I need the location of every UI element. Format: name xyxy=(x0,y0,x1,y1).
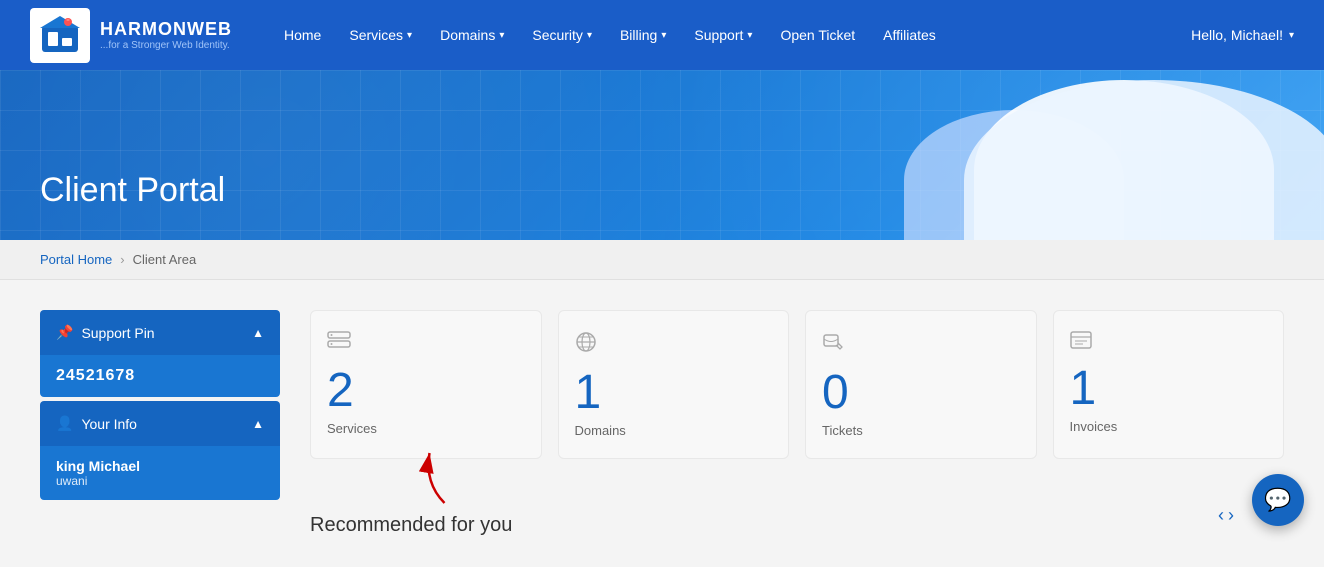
main-content: 📌 Support Pin ▲ 24521678 👤 Your Info ▲ k… xyxy=(0,280,1324,567)
nav-services[interactable]: Services ▾ xyxy=(337,19,424,51)
nav-links: Home Services ▾ Domains ▾ Security ▾ Bil… xyxy=(272,19,1191,51)
pagination-controls: ‹ › xyxy=(1218,505,1234,526)
chat-icon: 💬 xyxy=(1264,487,1291,513)
nav-domains[interactable]: Domains ▾ xyxy=(428,19,516,51)
hero-clouds xyxy=(724,70,1324,240)
tickets-label: Tickets xyxy=(822,423,863,438)
recommended-heading: Recommended for you xyxy=(310,514,1284,537)
stat-card-invoices[interactable]: 1 Invoices xyxy=(1053,310,1285,459)
brand-name: HARMONWEB xyxy=(100,19,232,40)
sidebar-your-info-body: king Michael uwani xyxy=(40,446,280,500)
user-icon: 👤 xyxy=(56,415,73,432)
stats-cards-row: 2 Services xyxy=(310,310,1284,459)
services-count: 2 xyxy=(327,367,354,415)
invoices-count: 1 xyxy=(1070,365,1097,413)
sidebar-your-info-header[interactable]: 👤 Your Info ▲ xyxy=(40,401,280,446)
chat-button[interactable]: 💬 xyxy=(1252,474,1304,526)
cloud-3 xyxy=(964,80,1324,240)
services-dropdown-icon: ▾ xyxy=(407,30,412,41)
arrow-annotation xyxy=(410,443,465,508)
navbar: HARMONWEB ...for a Stronger Web Identity… xyxy=(0,0,1324,70)
tickets-icon xyxy=(822,331,844,359)
stat-card-domains[interactable]: 1 Domains xyxy=(558,310,790,459)
sidebar-your-info-header-left: 👤 Your Info xyxy=(56,415,137,432)
stat-card-tickets[interactable]: 0 Tickets xyxy=(805,310,1037,459)
billing-dropdown-icon: ▾ xyxy=(661,30,666,41)
domains-dropdown-icon: ▾ xyxy=(499,30,504,41)
domains-label: Domains xyxy=(575,423,626,438)
breadcrumb-current: Client Area xyxy=(133,252,197,267)
sidebar-your-info-label: Your Info xyxy=(81,416,137,432)
globe-icon xyxy=(575,331,597,359)
invoices-icon xyxy=(1070,331,1092,355)
pin-icon: 📌 xyxy=(56,324,73,341)
nav-billing[interactable]: Billing ▾ xyxy=(608,19,678,51)
sidebar: 📌 Support Pin ▲ 24521678 👤 Your Info ▲ k… xyxy=(40,310,280,537)
nav-security[interactable]: Security ▾ xyxy=(520,19,604,51)
hero-title: Client Portal xyxy=(40,171,225,210)
breadcrumb: Portal Home › Client Area xyxy=(0,240,1324,280)
tickets-count: 0 xyxy=(822,369,849,417)
nav-open-ticket[interactable]: Open Ticket xyxy=(768,19,867,51)
logo-area[interactable]: HARMONWEB ...for a Stronger Web Identity… xyxy=(30,8,232,63)
nav-support[interactable]: Support ▾ xyxy=(682,19,764,51)
sidebar-support-pin-section: 📌 Support Pin ▲ 24521678 xyxy=(40,310,280,397)
stat-card-services[interactable]: 2 Services xyxy=(310,310,542,459)
user-dropdown-icon: ▾ xyxy=(1289,30,1294,41)
breadcrumb-home-link[interactable]: Portal Home xyxy=(40,252,112,267)
nav-affiliates[interactable]: Affiliates xyxy=(871,19,948,51)
hero-banner: Client Portal xyxy=(0,70,1324,240)
user-greeting: Hello, Michael! xyxy=(1191,27,1283,43)
services-label: Services xyxy=(327,421,377,436)
sidebar-support-pin-label: Support Pin xyxy=(81,325,154,341)
support-dropdown-icon: ▾ xyxy=(747,30,752,41)
support-pin-collapse-icon[interactable]: ▲ xyxy=(252,326,264,340)
sidebar-your-info-section: 👤 Your Info ▲ king Michael uwani xyxy=(40,401,280,500)
security-dropdown-icon: ▾ xyxy=(587,30,592,41)
invoices-label: Invoices xyxy=(1070,419,1118,434)
user-username: uwani xyxy=(56,474,264,488)
sidebar-support-pin-header-left: 📌 Support Pin xyxy=(56,324,155,341)
domains-count: 1 xyxy=(575,369,602,417)
nav-home[interactable]: Home xyxy=(272,19,333,51)
user-menu[interactable]: Hello, Michael! ▾ xyxy=(1191,27,1294,43)
your-info-collapse-icon[interactable]: ▲ xyxy=(252,417,264,431)
prev-page-button[interactable]: ‹ xyxy=(1218,505,1224,526)
logo-box xyxy=(30,8,90,63)
dashboard-area: 2 Services xyxy=(310,310,1284,537)
next-page-button[interactable]: › xyxy=(1228,505,1234,526)
sidebar-support-pin-body: 24521678 xyxy=(40,355,280,397)
logo-text: HARMONWEB ...for a Stronger Web Identity… xyxy=(100,19,232,51)
support-pin-value: 24521678 xyxy=(56,367,135,384)
server-icon xyxy=(327,331,351,357)
sidebar-support-pin-header[interactable]: 📌 Support Pin ▲ xyxy=(40,310,280,355)
breadcrumb-separator: › xyxy=(120,252,124,267)
user-name: king Michael xyxy=(56,458,264,474)
brand-tagline: ...for a Stronger Web Identity. xyxy=(100,40,232,51)
